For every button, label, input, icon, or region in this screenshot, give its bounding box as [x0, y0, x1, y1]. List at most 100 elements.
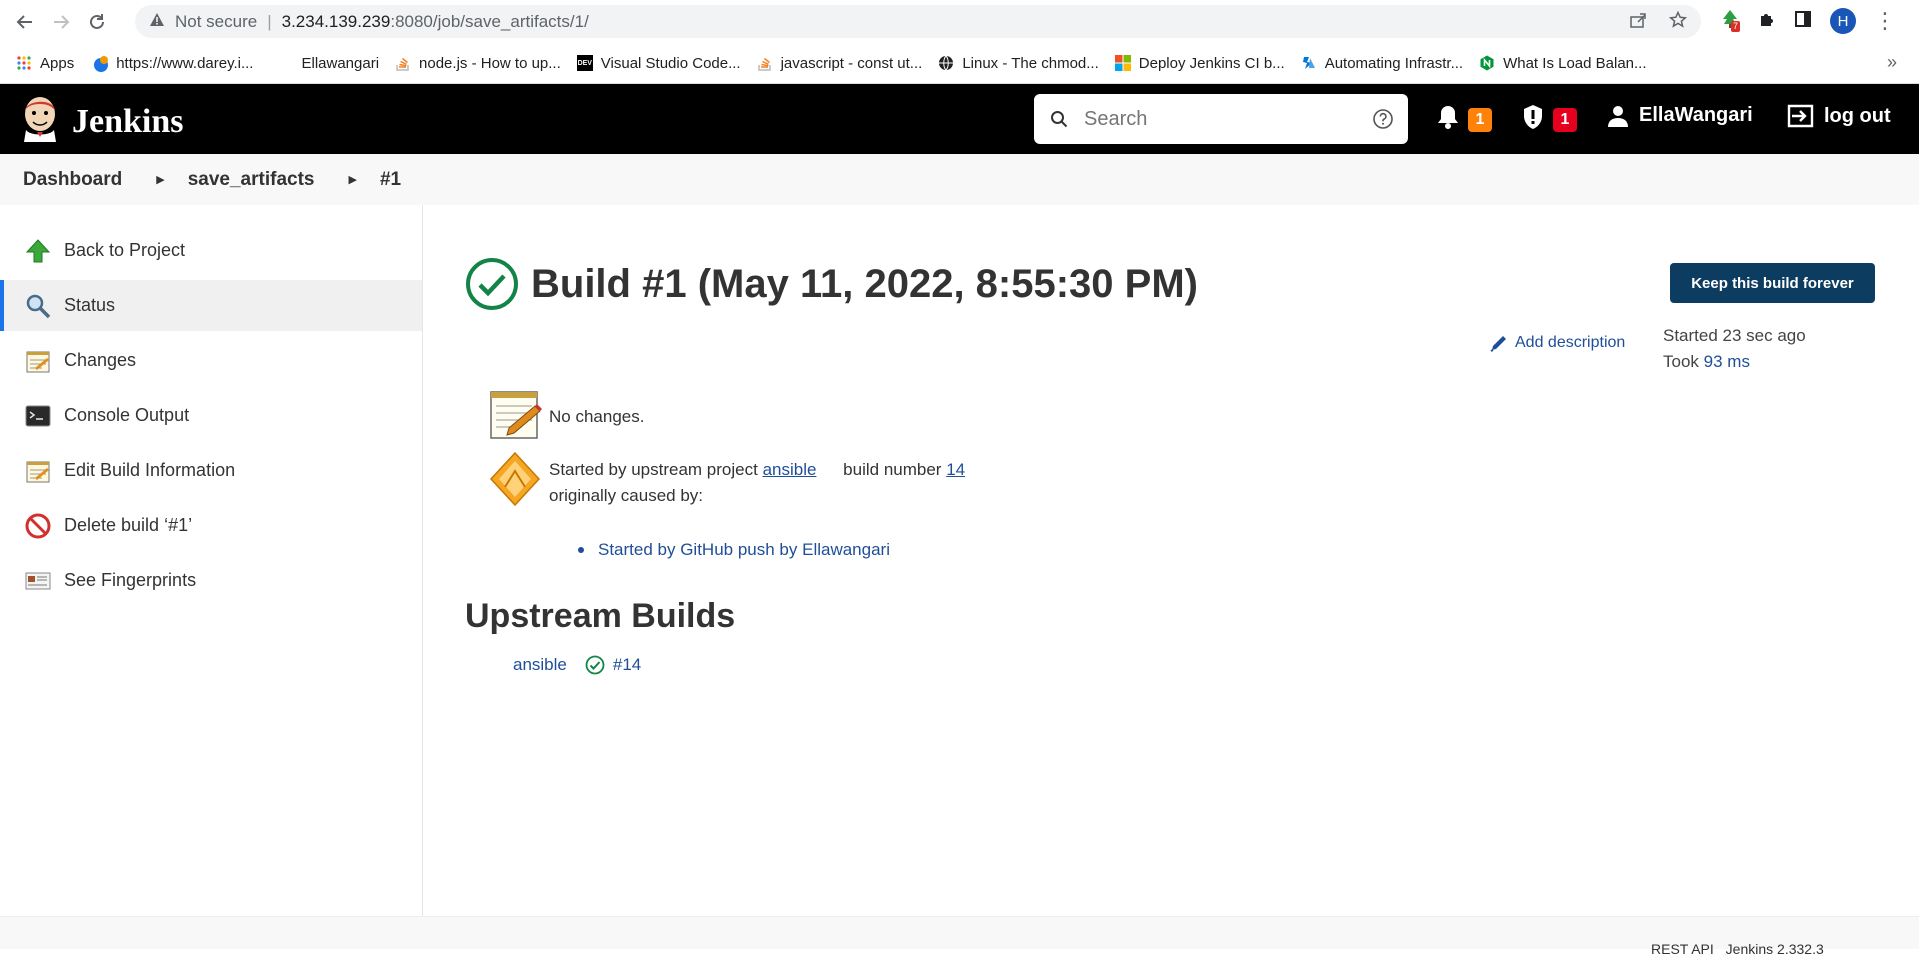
- security-count-badge: 1: [1553, 108, 1577, 132]
- search-box[interactable]: [1034, 94, 1408, 144]
- dev-icon: DEV: [576, 55, 593, 71]
- jenkins-home-link[interactable]: Jenkins: [22, 96, 184, 147]
- build-timing: Started 23 sec ago Took 93 ms: [1663, 323, 1806, 375]
- forward-arrow-icon[interactable]: [46, 7, 76, 37]
- breadcrumb-chevron-icon[interactable]: ▶: [156, 173, 164, 186]
- bookmark-label: Linux - The chmod...: [962, 54, 1099, 72]
- profile-avatar[interactable]: H: [1830, 8, 1856, 34]
- address-bar[interactable]: Not secure | 3.234.139.239:8080/job/save…: [135, 5, 1701, 38]
- bookmark-darey[interactable]: https://www.darey.i...: [92, 55, 253, 72]
- url-path: :8080/job/save_artifacts/1/: [390, 11, 589, 31]
- bookmark-linux[interactable]: Linux - The chmod...: [938, 54, 1099, 72]
- upstream-build-link[interactable]: #14: [613, 655, 641, 675]
- bookmark-nodejs[interactable]: node.js - How to up...: [395, 55, 561, 72]
- task-console-output[interactable]: Console Output: [0, 390, 422, 441]
- breadcrumb-chevron-icon[interactable]: ▶: [348, 173, 356, 186]
- jenkins-version-link[interactable]: Jenkins 2.332.3: [1726, 941, 1824, 957]
- notifications-count-badge: 1: [1468, 108, 1492, 132]
- bookmark-ellawangari[interactable]: Ellawangari: [277, 55, 379, 72]
- bookmark-vscode[interactable]: DEV Visual Studio Code...: [576, 55, 741, 72]
- bookmark-label: Deploy Jenkins CI b...: [1138, 54, 1285, 72]
- bookmark-deploy-jenkins[interactable]: Deploy Jenkins CI b...: [1114, 54, 1285, 72]
- upstream-build-number-link[interactable]: 14: [946, 460, 965, 479]
- puzzle-extensions-icon[interactable]: [1758, 10, 1776, 33]
- username-label: EllaWangari: [1639, 104, 1753, 126]
- back-arrow-icon[interactable]: [10, 7, 40, 37]
- bookmark-star-icon[interactable]: [1668, 10, 1688, 34]
- started-ago: Started 23 sec ago: [1663, 326, 1806, 345]
- magnifier-icon: [24, 292, 52, 320]
- cause-prefix: Started by upstream project: [549, 460, 758, 479]
- search-input[interactable]: [1084, 107, 1364, 131]
- no-entry-icon: [24, 512, 52, 540]
- user-menu[interactable]: EllaWangari: [1607, 104, 1753, 127]
- help-icon[interactable]: [1372, 108, 1394, 135]
- security-alerts-button[interactable]: 1: [1521, 104, 1577, 136]
- add-description-label: Add description: [1515, 334, 1626, 351]
- azure-icon: [1301, 55, 1317, 71]
- reload-icon[interactable]: [82, 7, 112, 37]
- task-changes[interactable]: Changes: [0, 335, 422, 386]
- page-footer: REST API Jenkins 2.332.3: [0, 916, 1919, 957]
- globe-icon: [938, 55, 954, 71]
- side-panel: Back to Project Status Changes Console O…: [0, 205, 423, 916]
- task-edit-build-information[interactable]: Edit Build Information: [0, 445, 422, 496]
- task-see-fingerprints[interactable]: See Fingerprints: [0, 555, 422, 606]
- breadcrumb-dashboard[interactable]: Dashboard: [23, 169, 122, 191]
- terminal-icon: [24, 402, 52, 430]
- side-panel-icon[interactable]: [1794, 10, 1812, 33]
- task-label: Back to Project: [64, 240, 186, 260]
- jenkins-butler-icon: [22, 96, 58, 147]
- task-delete-build[interactable]: Delete build ‘#1’: [0, 500, 422, 551]
- extension-tree-icon[interactable]: 7: [1720, 9, 1741, 34]
- bookmark-label: What Is Load Balan...: [1503, 54, 1647, 72]
- bookmark-javascript[interactable]: javascript - const ut...: [757, 55, 922, 72]
- cause-line: Started by upstream project ansible buil…: [549, 457, 965, 483]
- rest-api-link[interactable]: REST API: [1651, 941, 1714, 957]
- github-push-cause-link[interactable]: Started by GitHub push by Ellawangari: [578, 540, 890, 560]
- extension-badge: 7: [1731, 20, 1741, 32]
- bookmark-apps[interactable]: Apps: [16, 55, 74, 72]
- share-icon[interactable]: [1629, 11, 1647, 34]
- task-label: Edit Build Information: [64, 460, 236, 480]
- upstream-builds-heading: Upstream Builds: [465, 597, 736, 635]
- logout-link[interactable]: log out: [1786, 104, 1891, 128]
- task-label: Console Output: [64, 405, 190, 425]
- url-separator: |: [267, 11, 272, 31]
- more-bookmarks-icon[interactable]: »: [1887, 52, 1897, 73]
- browser-toolbar: Not secure | 3.234.139.239:8080/job/save…: [0, 0, 1919, 43]
- bell-icon: [1436, 104, 1460, 136]
- pencil-icon: [1489, 333, 1509, 353]
- browser-menu-icon[interactable]: ⋮: [1874, 10, 1896, 32]
- took-duration-link[interactable]: 93 ms: [1704, 352, 1750, 371]
- page-title: Build #1 (May 11, 2022, 8:55:30 PM): [531, 261, 1198, 306]
- jenkins-logo-text: Jenkins: [72, 102, 184, 140]
- changes-summary: No changes.: [487, 386, 644, 442]
- shield-alert-icon: [1521, 104, 1545, 136]
- notifications-button[interactable]: 1: [1436, 104, 1492, 136]
- notepad-icon: [24, 457, 52, 485]
- success-check-icon: [465, 257, 519, 311]
- bookmark-automating[interactable]: Automating Infrastr...: [1301, 55, 1463, 72]
- darey-icon: [92, 55, 109, 72]
- microsoft-icon: [1114, 55, 1131, 71]
- keep-build-forever-button[interactable]: Keep this build forever: [1670, 263, 1875, 303]
- no-changes-text: No changes.: [549, 407, 645, 426]
- add-description-link[interactable]: Add description: [1489, 333, 1625, 353]
- bookmark-load-balancer[interactable]: What Is Load Balan...: [1479, 54, 1647, 72]
- breadcrumb-job[interactable]: save_artifacts: [188, 169, 315, 191]
- build-cause: Started by upstream project ansible buil…: [487, 451, 965, 509]
- upstream-diamond-icon: [487, 451, 543, 507]
- bookmark-label: https://www.darey.i...: [116, 54, 254, 72]
- task-label: See Fingerprints: [64, 570, 197, 590]
- upstream-project-link[interactable]: ansible: [763, 460, 817, 479]
- task-back-to-project[interactable]: Back to Project: [0, 225, 422, 276]
- upstream-project-name-link[interactable]: ansible: [513, 655, 567, 675]
- task-status[interactable]: Status: [0, 280, 422, 331]
- fingerprint-card-icon: [24, 567, 52, 595]
- breadcrumb-build[interactable]: #1: [380, 169, 401, 191]
- build-title-row: Build #1 (May 11, 2022, 8:55:30 PM): [465, 257, 1198, 311]
- up-arrow-icon: [24, 237, 52, 265]
- took-label: Took: [1663, 352, 1699, 371]
- bookmark-label: Ellawangari: [301, 54, 380, 72]
